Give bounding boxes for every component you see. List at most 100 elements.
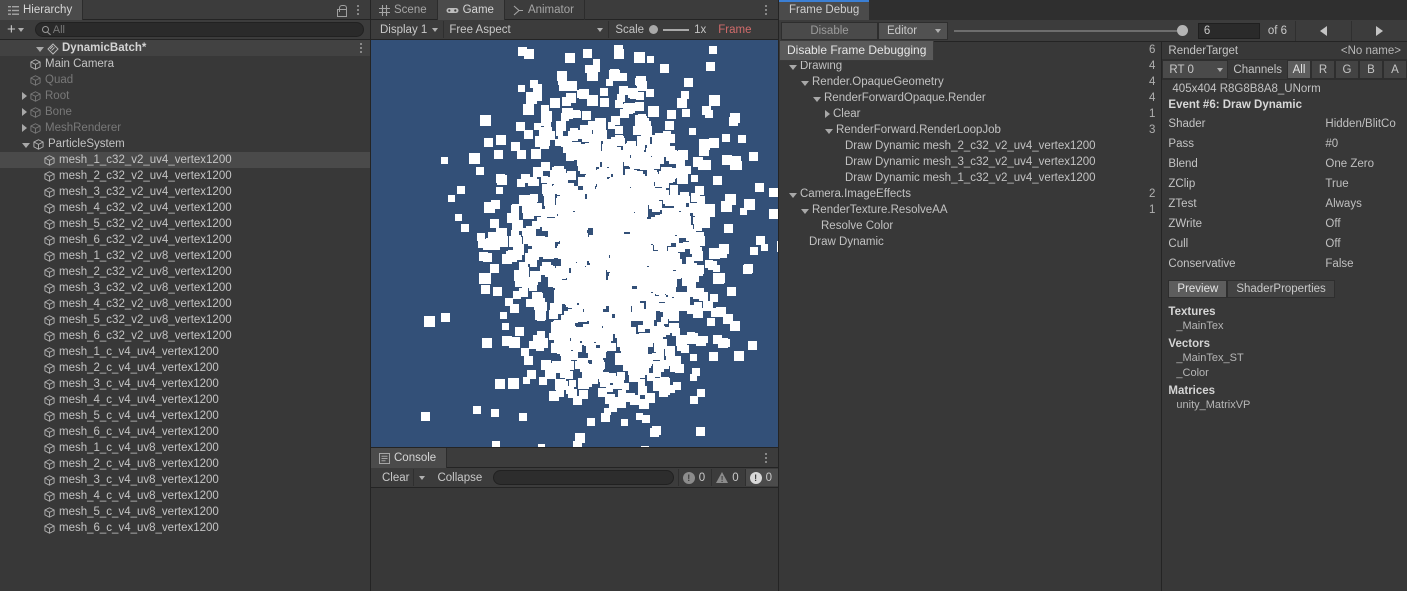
hierarchy-item[interactable]: mesh_2_c32_v2_uv4_vertex1200	[0, 168, 370, 184]
scale-slider[interactable]: Scale 1x	[609, 24, 706, 36]
hierarchy-item[interactable]: mesh_5_c_v4_uv8_vertex1200	[0, 504, 370, 520]
clear-dropdown-button[interactable]	[414, 469, 430, 486]
tab-game[interactable]: Game	[437, 0, 505, 20]
scale-slider-knob[interactable]	[649, 25, 659, 34]
root-kebab-icon[interactable]	[360, 43, 370, 53]
frame-slider-track[interactable]	[954, 29, 1177, 32]
hierarchy-item[interactable]: MeshRenderer	[0, 120, 370, 136]
hierarchy-item[interactable]: mesh_6_c_v4_uv4_vertex1200	[0, 424, 370, 440]
framedebug-event-tree[interactable]: 6 Drawing 4 Render.OpaqueGeometry 4 RenderFor…	[779, 42, 1163, 591]
hierarchy-tree[interactable]: DynamicBatch* Main Camera Quad Root Bone Mesh…	[0, 40, 370, 591]
hierarchy-menu-icon[interactable]	[350, 0, 366, 19]
expand-toggle[interactable]	[825, 128, 833, 134]
aspect-dropdown[interactable]: Free Aspect	[444, 21, 610, 38]
display-dropdown[interactable]: Display 1	[375, 21, 445, 38]
framedebug-tree-row[interactable]: Clear 1	[779, 106, 1161, 122]
hierarchy-item[interactable]: Quad	[0, 72, 370, 88]
channel-b-button[interactable]: B	[1359, 60, 1383, 79]
expand-toggle[interactable]	[22, 124, 27, 132]
hierarchy-item[interactable]: mesh_6_c_v4_uv8_vertex1200	[0, 520, 370, 536]
expand-toggle[interactable]	[801, 208, 809, 214]
framedebug-tree-row[interactable]: RenderForwardOpaque.Render 4	[779, 90, 1161, 106]
disable-frame-debugging-button[interactable]: Disable	[781, 21, 878, 40]
shader-section-item[interactable]: _MainTex	[1162, 319, 1407, 334]
hierarchy-item[interactable]: mesh_3_c32_v2_uv4_vertex1200	[0, 184, 370, 200]
tab-frame-debug[interactable]: Frame Debug	[779, 0, 870, 20]
tab-scene[interactable]: Scene	[371, 0, 438, 20]
gameview-menu-icon[interactable]	[758, 0, 774, 19]
clear-button[interactable]: Clear	[375, 469, 415, 486]
next-frame-button[interactable]	[1351, 20, 1407, 41]
lock-icon[interactable]	[334, 3, 348, 17]
framedebug-tree-row[interactable]: Draw Dynamic mesh_2_c32_v2_uv4_vertex120…	[779, 138, 1161, 154]
expand-toggle[interactable]	[801, 80, 809, 86]
console-search-input[interactable]	[493, 470, 674, 485]
tab-console[interactable]: Console	[371, 448, 448, 468]
expand-toggle[interactable]	[22, 108, 27, 116]
hierarchy-item[interactable]: ParticleSystem	[0, 136, 370, 152]
expand-toggle[interactable]	[825, 110, 830, 118]
hierarchy-item[interactable]: mesh_4_c_v4_uv8_vertex1200	[0, 488, 370, 504]
shader-section-item[interactable]: _MainTex_ST	[1162, 351, 1407, 366]
expand-toggle[interactable]	[22, 142, 30, 148]
hierarchy-item[interactable]: Main Camera	[0, 56, 370, 72]
hierarchy-root-row[interactable]: DynamicBatch*	[0, 40, 370, 56]
hierarchy-item[interactable]: Root	[0, 88, 370, 104]
hierarchy-item[interactable]: mesh_6_c32_v2_uv8_vertex1200	[0, 328, 370, 344]
hierarchy-item[interactable]: mesh_2_c_v4_uv4_vertex1200	[0, 360, 370, 376]
channel-all-button[interactable]: All	[1287, 60, 1311, 79]
add-gameobject-button[interactable]: +	[4, 22, 27, 38]
hierarchy-item[interactable]: mesh_4_c32_v2_uv4_vertex1200	[0, 200, 370, 216]
frame-number-input[interactable]: 6	[1197, 22, 1260, 39]
expand-toggle[interactable]	[789, 192, 797, 198]
hierarchy-item[interactable]: mesh_4_c32_v2_uv8_vertex1200	[0, 296, 370, 312]
console-log-list[interactable]	[371, 488, 778, 591]
hierarchy-item[interactable]: mesh_3_c32_v2_uv8_vertex1200	[0, 280, 370, 296]
channel-g-button[interactable]: G	[1335, 60, 1359, 79]
console-error-count[interactable]: ! 0	[744, 469, 778, 486]
channel-a-button[interactable]: A	[1383, 60, 1407, 79]
hierarchy-item[interactable]: mesh_5_c_v4_uv4_vertex1200	[0, 408, 370, 424]
expand-toggle[interactable]	[22, 92, 27, 100]
hierarchy-item[interactable]: mesh_1_c32_v2_uv4_vertex1200	[0, 152, 370, 168]
framedebug-tree-row[interactable]: Draw Dynamic	[779, 234, 1161, 250]
hierarchy-item[interactable]: mesh_5_c32_v2_uv4_vertex1200	[0, 216, 370, 232]
expand-toggle[interactable]	[36, 46, 44, 52]
expand-toggle[interactable]	[789, 64, 797, 70]
tab-animator[interactable]: Animator	[505, 0, 585, 20]
tab-shaderproperties[interactable]: ShaderProperties	[1227, 280, 1335, 298]
expand-toggle[interactable]	[813, 96, 821, 102]
channel-r-button[interactable]: R	[1311, 60, 1335, 79]
hierarchy-item[interactable]: mesh_1_c_v4_uv8_vertex1200	[0, 440, 370, 456]
framedebug-tree-row[interactable]: Draw Dynamic mesh_3_c32_v2_uv4_vertex120…	[779, 154, 1161, 170]
hierarchy-item[interactable]: mesh_4_c_v4_uv4_vertex1200	[0, 392, 370, 408]
tab-preview[interactable]: Preview	[1168, 280, 1228, 298]
scale-slider-track[interactable]	[663, 28, 690, 31]
frame-slider-handle[interactable]	[1176, 25, 1188, 36]
framedebug-tree-row[interactable]: Draw Dynamic mesh_1_c32_v2_uv4_vertex120…	[779, 170, 1161, 186]
previous-frame-button[interactable]	[1295, 20, 1351, 41]
framedebug-tree-row[interactable]: RenderForward.RenderLoopJob 3	[779, 122, 1161, 138]
hierarchy-item[interactable]: mesh_1_c32_v2_uv8_vertex1200	[0, 248, 370, 264]
framedebug-tree-row[interactable]: Resolve Color	[779, 218, 1161, 234]
rt-select-dropdown[interactable]: RT 0	[1162, 60, 1229, 79]
hierarchy-search-input[interactable]: All	[34, 22, 364, 37]
hierarchy-item[interactable]: mesh_3_c_v4_uv8_vertex1200	[0, 472, 370, 488]
console-menu-icon[interactable]	[758, 448, 774, 467]
tab-hierarchy[interactable]: Hierarchy	[0, 0, 84, 20]
console-warning-count[interactable]: 0	[711, 469, 744, 486]
shader-section-item[interactable]: unity_MatrixVP	[1162, 398, 1407, 413]
collapse-button[interactable]: Collapse	[430, 469, 489, 486]
hierarchy-item[interactable]: mesh_2_c32_v2_uv8_vertex1200	[0, 264, 370, 280]
hierarchy-item[interactable]: mesh_2_c_v4_uv8_vertex1200	[0, 456, 370, 472]
editor-target-dropdown[interactable]: Editor	[878, 21, 948, 40]
framedebug-tree-row[interactable]: Render.OpaqueGeometry 4	[779, 74, 1161, 90]
framedebug-tree-row[interactable]: Camera.ImageEffects 2	[779, 186, 1161, 202]
console-info-count[interactable]: ! 0	[677, 469, 711, 486]
hierarchy-item[interactable]: mesh_6_c32_v2_uv4_vertex1200	[0, 232, 370, 248]
hierarchy-item[interactable]: Bone	[0, 104, 370, 120]
hierarchy-item[interactable]: mesh_5_c32_v2_uv8_vertex1200	[0, 312, 370, 328]
shader-section-item[interactable]: _Color	[1162, 366, 1407, 381]
hierarchy-item[interactable]: mesh_3_c_v4_uv4_vertex1200	[0, 376, 370, 392]
hierarchy-item[interactable]: mesh_1_c_v4_uv4_vertex1200	[0, 344, 370, 360]
